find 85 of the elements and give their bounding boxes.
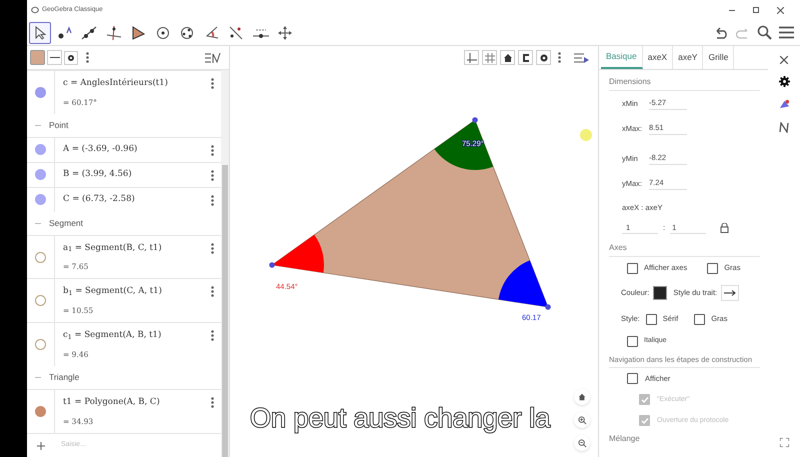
checkbox[interactable] [627,336,638,346]
section-title: Mélange [609,433,641,446]
section-title: Dimensions [609,76,760,91]
object-definition[interactable]: A = (-3.69, -0.96) [63,143,203,156]
angle-sector [272,234,324,273]
settings-button[interactable] [536,50,551,65]
point-icon [56,26,72,40]
graph-icon[interactable] [779,122,789,133]
line-style-button[interactable] [47,50,62,65]
style-bar-toggle-icon[interactable] [574,52,590,64]
zoom-out-icon [578,438,586,448]
object-definition[interactable]: c = AnglesIntérieurs(t1) [63,76,203,90]
scrollbar[interactable] [221,70,229,457]
more-icon[interactable] [210,170,214,181]
object-definition[interactable]: a$_{1}$ = Segment(B, C, t1) [63,242,203,254]
arrow-icon [724,290,736,296]
tool-button[interactable] [29,22,51,44]
bracket-icon [520,52,530,62]
object-definition[interactable]: b$_{1}$ = Segment(C, A, t1) [63,285,203,298]
more-icon[interactable] [210,144,214,156]
point[interactable] [472,117,478,123]
group-header: Segment [49,216,84,230]
fullscreen-icon[interactable] [780,438,788,447]
video-subtitle: On peut aussi changer la [250,402,550,436]
settings-icon [538,52,548,62]
checkbox[interactable] [646,314,657,324]
group-header: Triangle [49,371,80,384]
settings-tab[interactable]: axeY [673,46,704,69]
group-header: Point [49,118,68,132]
zoom-out-button[interactable] [574,435,590,451]
section-title: Axes [609,242,760,257]
app-logo-icon [31,6,39,14]
shapes-icon[interactable] [778,99,790,110]
point-capture-button[interactable] [518,50,533,65]
more-icon[interactable] [86,52,89,63]
settings-tab[interactable]: Grille [703,46,734,69]
more-icon[interactable] [210,330,214,342]
home-button[interactable] [500,50,515,65]
settings-tab[interactable]: axeX [642,46,674,69]
point[interactable] [545,304,551,310]
cursor-highlight [580,129,592,141]
grid-toggle-button[interactable] [482,50,497,65]
home-icon [502,52,512,62]
maximize-icon[interactable] [753,7,759,13]
angle-sector [434,120,494,170]
line-icon [81,26,97,40]
line-style-button[interactable] [721,285,740,301]
more-icon[interactable] [210,242,214,254]
settings-icon[interactable] [778,76,790,87]
checkbox[interactable] [627,373,638,384]
color-swatch-button[interactable] [653,286,668,300]
lock-icon[interactable] [720,223,730,233]
zoom-in-button[interactable] [574,412,590,428]
axes-toggle-button[interactable] [464,50,479,65]
object-definition[interactable]: B = (3.99, 4.56) [63,168,203,182]
checkbox[interactable] [627,262,638,274]
algebra-view-icon[interactable] [205,52,221,64]
search-icon[interactable] [757,25,772,40]
object-definition[interactable]: c$_{1}$ = Segment(A, B, t1) [63,329,203,342]
object-definition[interactable]: t1 = Polygone(A, B, C) [63,396,203,409]
checkbox[interactable] [707,262,718,274]
perpendicular-icon [106,26,122,40]
pointer-icon [34,26,46,40]
close-icon[interactable] [777,6,784,14]
more-icon[interactable] [210,194,214,206]
circle-icon [156,26,170,40]
more-icon[interactable] [210,397,214,408]
point[interactable] [269,262,275,268]
home-button[interactable] [574,389,590,405]
move-icon [278,26,292,40]
reflect-icon [228,26,244,40]
more-icon[interactable] [210,78,214,89]
home-icon [578,393,586,401]
menu-icon[interactable] [779,26,794,39]
more-icon[interactable] [210,286,214,298]
close-icon[interactable] [780,56,788,64]
circle-icon [180,26,194,40]
angle-icon [204,26,220,40]
zoom-in-icon [578,416,586,424]
object-definition[interactable]: C = (6.73, -2.58) [63,193,203,206]
more-icon[interactable] [558,52,561,63]
checkbox[interactable] [694,314,706,324]
angle-sector [498,260,548,307]
triangle-icon [131,26,145,40]
color-swatch-button[interactable] [30,50,45,65]
